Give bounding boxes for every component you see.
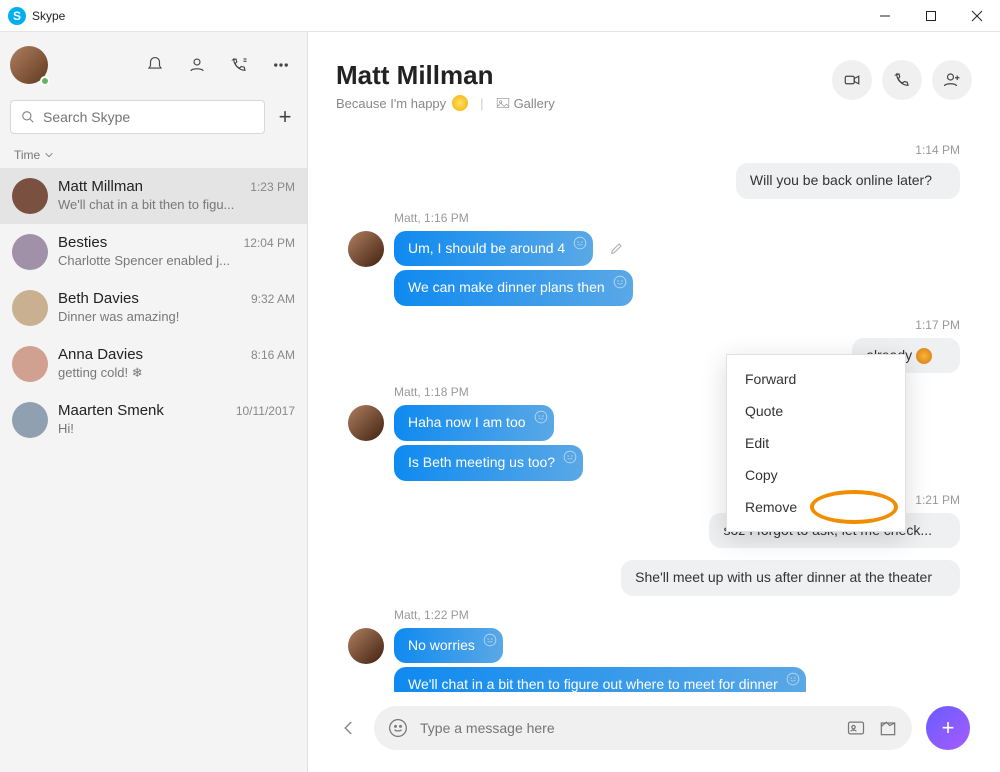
contacts-icon[interactable]	[187, 55, 207, 75]
chat-status: Because I'm happy	[336, 96, 446, 111]
react-icon[interactable]	[786, 672, 800, 686]
conversation-item[interactable]: Maarten Smenk 10/11/2017 Hi!	[0, 392, 307, 448]
conversation-item[interactable]: Beth Davies 9:32 AM Dinner was amazing!	[0, 280, 307, 336]
react-icon[interactable]	[483, 633, 497, 647]
sort-label: Time	[14, 148, 40, 162]
calls-icon[interactable]	[229, 55, 249, 75]
chevron-left-icon	[340, 719, 358, 737]
message-meta: Matt, 1:22 PM	[394, 608, 806, 622]
incoming-message[interactable]: Is Beth meeting us too?	[394, 445, 583, 481]
conversation-preview: Dinner was amazing!	[58, 309, 295, 324]
titlebar: S Skype	[0, 0, 1000, 32]
avatar-icon	[12, 234, 48, 270]
outgoing-message[interactable]: Will you be back online later?	[736, 163, 960, 199]
chevron-down-icon	[44, 150, 54, 160]
incoming-message[interactable]: No worries	[394, 628, 503, 664]
context-forward[interactable]: Forward	[727, 363, 905, 395]
sender-avatar-icon	[348, 628, 384, 664]
notifications-icon[interactable]	[145, 55, 165, 75]
message-input[interactable]	[420, 720, 834, 736]
contact-card-button[interactable]	[846, 718, 866, 738]
sort-dropdown[interactable]: Time	[0, 142, 307, 168]
outgoing-message[interactable]: She'll meet up with us after dinner at t…	[621, 560, 960, 596]
pizza-emoji-icon	[916, 348, 932, 364]
video-call-button[interactable]	[832, 60, 872, 100]
conversation-preview: Hi!	[58, 421, 295, 436]
conversation-name: Maarten Smenk	[58, 402, 164, 419]
context-quote[interactable]: Quote	[727, 395, 905, 427]
send-button[interactable]: +	[926, 706, 970, 750]
conversation-preview: Charlotte Spencer enabled j...	[58, 253, 295, 268]
close-button[interactable]	[954, 0, 1000, 32]
compose-box[interactable]	[374, 706, 912, 750]
more-icon[interactable]	[271, 55, 291, 75]
avatar-icon	[12, 178, 48, 214]
incoming-message[interactable]: Um, I should be around 4	[394, 231, 593, 267]
conversation-time: 9:32 AM	[251, 292, 295, 306]
react-icon[interactable]	[613, 275, 627, 289]
gallery-icon	[496, 97, 510, 109]
presence-dot-icon	[40, 76, 50, 86]
incoming-message[interactable]: Haha now I am too	[394, 405, 554, 441]
incoming-message[interactable]: We can make dinner plans then	[394, 270, 633, 306]
back-button[interactable]	[338, 717, 360, 739]
context-remove[interactable]: Remove	[727, 491, 905, 523]
chat-header: Matt Millman Because I'm happy | Gallery	[308, 32, 1000, 125]
conversation-time: 1:23 PM	[250, 180, 295, 194]
conversation-time: 12:04 PM	[244, 236, 295, 250]
conversation-name: Beth Davies	[58, 290, 139, 307]
conversation-time: 8:16 AM	[251, 348, 295, 362]
conversation-name: Anna Davies	[58, 346, 143, 363]
separator: |	[480, 96, 483, 111]
conversation-preview: getting cold! ❄	[58, 365, 295, 381]
incoming-message[interactable]: We'll chat in a bit then to figure out w…	[394, 667, 806, 692]
maximize-button[interactable]	[908, 0, 954, 32]
attach-file-button[interactable]	[878, 718, 898, 738]
conversation-name: Matt Millman	[58, 178, 143, 195]
new-chat-button[interactable]: +	[273, 105, 297, 129]
audio-call-button[interactable]	[882, 60, 922, 100]
edit-icon[interactable]	[609, 240, 625, 256]
search-input[interactable]	[43, 109, 254, 125]
avatar-icon	[12, 346, 48, 382]
context-copy[interactable]: Copy	[727, 459, 905, 491]
conversation-item[interactable]: Anna Davies 8:16 AM getting cold! ❄	[0, 336, 307, 392]
sender-avatar-icon	[348, 405, 384, 441]
conversation-preview: We'll chat in a bit then to figu...	[58, 197, 295, 212]
chat-title: Matt Millman	[336, 60, 555, 91]
minimize-button[interactable]	[862, 0, 908, 32]
react-icon[interactable]	[534, 410, 548, 424]
composer: +	[308, 692, 1000, 772]
search-input-wrapper[interactable]	[10, 100, 265, 134]
skype-logo-icon: S	[8, 7, 26, 25]
conversation-name: Besties	[58, 234, 107, 251]
self-avatar[interactable]	[10, 46, 48, 84]
timestamp: 1:14 PM	[348, 143, 960, 157]
sender-avatar-icon	[348, 231, 384, 267]
message-meta: Matt, 1:16 PM	[394, 211, 633, 225]
search-icon	[21, 110, 35, 124]
message-meta: Matt, 1:18 PM	[394, 385, 583, 399]
conversation-list: Matt Millman 1:23 PM We'll chat in a bit …	[0, 168, 307, 772]
conversation-item[interactable]: Matt Millman 1:23 PM We'll chat in a bit …	[0, 168, 307, 224]
avatar-icon	[12, 290, 48, 326]
react-icon[interactable]	[563, 450, 577, 464]
chat-panel: Matt Millman Because I'm happy | Gallery	[308, 32, 1000, 772]
conversation-item[interactable]: Besties 12:04 PM Charlotte Spencer enable…	[0, 224, 307, 280]
gallery-link[interactable]: Gallery	[496, 96, 555, 111]
message-context-menu: Forward Quote Edit Copy Remove	[726, 354, 906, 532]
timestamp: 1:17 PM	[348, 318, 960, 332]
context-edit[interactable]: Edit	[727, 427, 905, 459]
conversation-time: 10/11/2017	[236, 404, 295, 418]
window-title: Skype	[32, 9, 65, 23]
emoji-picker-button[interactable]	[388, 718, 408, 738]
avatar-icon	[12, 402, 48, 438]
gallery-label: Gallery	[514, 96, 555, 111]
react-icon[interactable]	[573, 236, 587, 250]
sidebar: + Time Matt Millman 1:23 PM We'll chat in…	[0, 32, 308, 772]
happy-emoji-icon	[452, 95, 468, 111]
add-participant-button[interactable]	[932, 60, 972, 100]
